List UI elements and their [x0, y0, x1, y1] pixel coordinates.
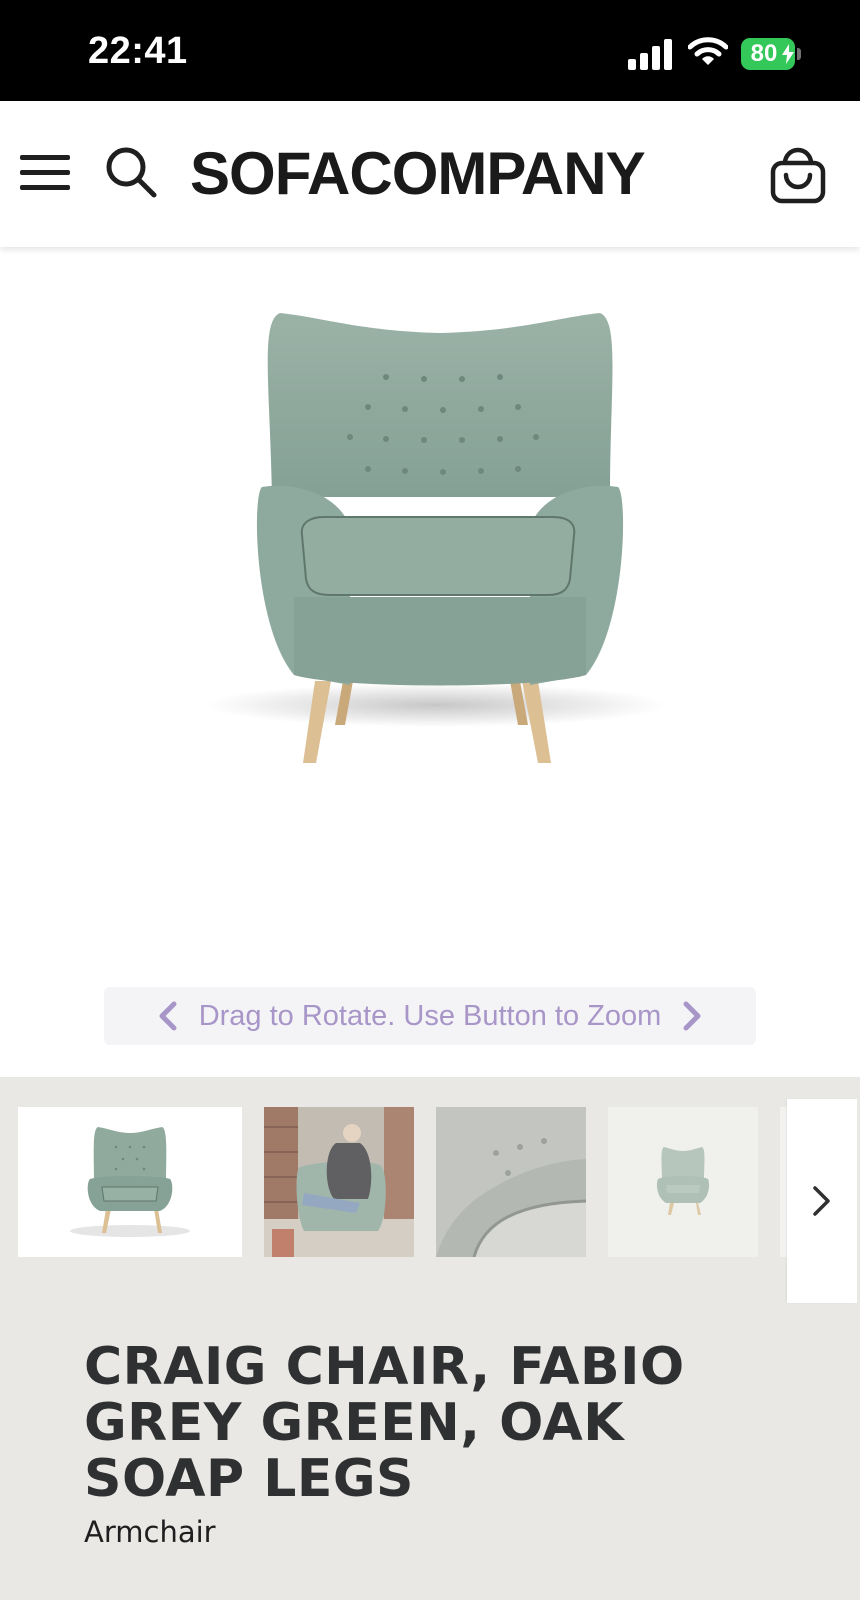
gallery-next-button[interactable] [787, 1099, 857, 1303]
status-bar: 22:41 80 [0, 0, 860, 101]
battery-charging-icon: 80 [741, 38, 801, 70]
search-icon[interactable] [104, 145, 158, 199]
product-title: CRAIG CHAIR, FABIO GREY GREEN, OAK SOAP … [84, 1337, 685, 1509]
signal-icon [628, 38, 674, 70]
wifi-icon [688, 37, 728, 65]
chevron-right-icon [813, 1186, 830, 1216]
thumbnail-chair-front[interactable] [18, 1107, 242, 1257]
site-header: SOFACOMPANY [0, 101, 860, 247]
site-logo[interactable]: SOFACOMPANY [190, 139, 646, 208]
battery-level: 80 [750, 40, 778, 67]
product-3d-viewer[interactable]: Drag to Rotate. Use Button to Zoom [0, 247, 860, 1077]
status-time: 22:41 [88, 30, 188, 72]
hamburger-menu-icon[interactable] [20, 153, 72, 193]
thumbnail-chair-small[interactable] [608, 1107, 758, 1257]
thumbnail-closeup[interactable] [436, 1107, 586, 1257]
product-category: Armchair [84, 1515, 216, 1549]
chevron-left-icon[interactable] [157, 1001, 179, 1031]
product-image-chair[interactable] [200, 297, 680, 777]
shopping-bag-icon[interactable] [768, 145, 828, 205]
rotate-hint-text: Drag to Rotate. Use Button to Zoom [198, 999, 662, 1032]
thumbnail-lifestyle[interactable] [264, 1107, 414, 1257]
chevron-right-icon[interactable] [681, 1001, 703, 1031]
product-info-section: CRAIG CHAIR, FABIO GREY GREEN, OAK SOAP … [0, 1077, 860, 1600]
rotate-hint-bar: Drag to Rotate. Use Button to Zoom [104, 987, 756, 1045]
